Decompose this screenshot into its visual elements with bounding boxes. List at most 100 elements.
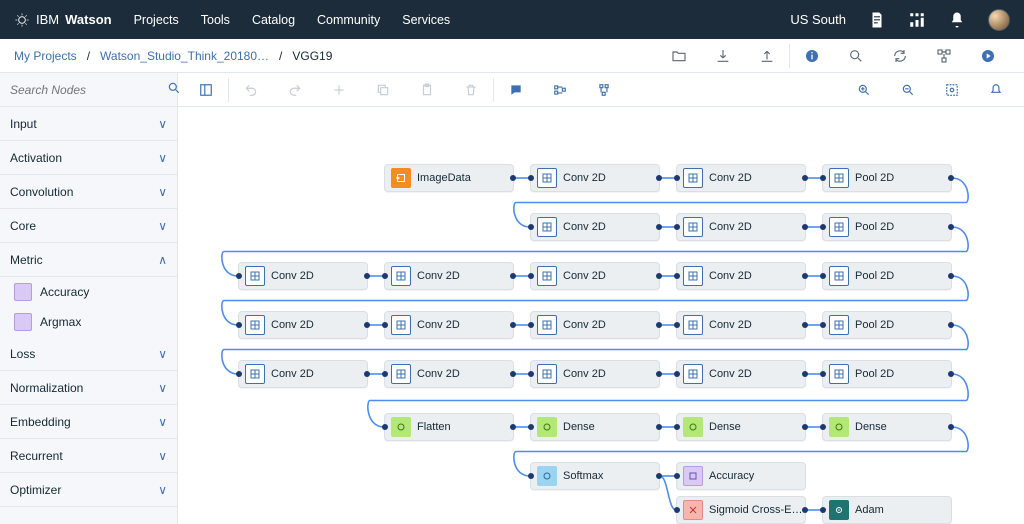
port-in[interactable]: [528, 224, 534, 230]
port-out[interactable]: [948, 175, 954, 181]
palette-cat-optimizer[interactable]: Optimizer∨: [0, 473, 177, 507]
port-in[interactable]: [382, 371, 388, 377]
node-c12[interactable]: Conv 2D: [676, 311, 806, 339]
node-c9[interactable]: Conv 2D: [238, 311, 368, 339]
folder-icon[interactable]: [657, 39, 701, 73]
nav-item-projects[interactable]: Projects: [134, 13, 179, 27]
port-out[interactable]: [510, 273, 516, 279]
port-out[interactable]: [656, 224, 662, 230]
palette-cat-core[interactable]: Core∨: [0, 209, 177, 243]
port-out[interactable]: [656, 371, 662, 377]
data-icon[interactable]: [908, 11, 926, 29]
node-d2[interactable]: Dense: [676, 413, 806, 441]
port-out[interactable]: [656, 322, 662, 328]
port-in[interactable]: [674, 507, 680, 513]
port-out[interactable]: [802, 224, 808, 230]
node-d1[interactable]: Dense: [530, 413, 660, 441]
crumb-project[interactable]: Watson_Studio_Think_20180…: [100, 49, 269, 63]
port-out[interactable]: [656, 473, 662, 479]
fit-icon[interactable]: [930, 73, 974, 107]
port-in[interactable]: [236, 273, 242, 279]
port-in[interactable]: [674, 273, 680, 279]
port-out[interactable]: [510, 424, 516, 430]
node-c10[interactable]: Conv 2D: [384, 311, 514, 339]
port-out[interactable]: [510, 175, 516, 181]
download-icon[interactable]: [701, 39, 745, 73]
port-out[interactable]: [948, 424, 954, 430]
port-in[interactable]: [674, 424, 680, 430]
port-in[interactable]: [528, 175, 534, 181]
port-out[interactable]: [510, 371, 516, 377]
port-in[interactable]: [820, 224, 826, 230]
port-in[interactable]: [820, 507, 826, 513]
port-in[interactable]: [382, 424, 388, 430]
palette-cat-metric[interactable]: Metric∧: [0, 243, 177, 277]
palette-cat-recurrent[interactable]: Recurrent∨: [0, 439, 177, 473]
info-icon[interactable]: [790, 39, 834, 73]
comment-icon[interactable]: [494, 73, 538, 107]
port-in[interactable]: [820, 273, 826, 279]
palette-cat-embedding[interactable]: Embedding∨: [0, 405, 177, 439]
port-out[interactable]: [364, 273, 370, 279]
port-in[interactable]: [820, 424, 826, 430]
nav-item-catalog[interactable]: Catalog: [252, 13, 295, 27]
node-c14[interactable]: Conv 2D: [384, 360, 514, 388]
node-c15[interactable]: Conv 2D: [530, 360, 660, 388]
crumb-root[interactable]: My Projects: [14, 49, 77, 63]
palette-cat-activation[interactable]: Activation∨: [0, 141, 177, 175]
node-c4[interactable]: Conv 2D: [676, 213, 806, 241]
port-in[interactable]: [820, 322, 826, 328]
node-sm[interactable]: Softmax: [530, 462, 660, 490]
arrange-vert-icon[interactable]: [582, 73, 626, 107]
node-c8[interactable]: Conv 2D: [676, 262, 806, 290]
undo-icon[interactable]: [229, 73, 273, 107]
port-out[interactable]: [802, 322, 808, 328]
node-c6[interactable]: Conv 2D: [384, 262, 514, 290]
port-in[interactable]: [528, 273, 534, 279]
port-out[interactable]: [656, 175, 662, 181]
port-out[interactable]: [802, 371, 808, 377]
copy-icon[interactable]: [361, 73, 405, 107]
flow-icon[interactable]: [922, 39, 966, 73]
arrange-horiz-icon[interactable]: [538, 73, 582, 107]
notifications-icon[interactable]: [974, 73, 1018, 107]
upload-icon[interactable]: [745, 39, 789, 73]
port-out[interactable]: [656, 424, 662, 430]
port-out[interactable]: [948, 273, 954, 279]
node-c13[interactable]: Conv 2D: [238, 360, 368, 388]
panel-toggle-icon[interactable]: [184, 73, 228, 107]
nav-item-community[interactable]: Community: [317, 13, 380, 27]
palette-cat-normalization[interactable]: Normalization∨: [0, 371, 177, 405]
node-c2[interactable]: Conv 2D: [676, 164, 806, 192]
node-d3[interactable]: Dense: [822, 413, 952, 441]
delete-icon[interactable]: [449, 73, 493, 107]
port-in[interactable]: [528, 424, 534, 430]
port-out[interactable]: [364, 322, 370, 328]
node-flt[interactable]: Flatten: [384, 413, 514, 441]
node-img[interactable]: ImageData: [384, 164, 514, 192]
port-in[interactable]: [674, 371, 680, 377]
palette-cat-convolution[interactable]: Convolution∨: [0, 175, 177, 209]
zoom-in-icon[interactable]: [842, 73, 886, 107]
node-c7[interactable]: Conv 2D: [530, 262, 660, 290]
port-out[interactable]: [802, 273, 808, 279]
palette-cat-input[interactable]: Input∨: [0, 107, 177, 141]
bell-icon[interactable]: [948, 11, 966, 29]
port-out[interactable]: [802, 424, 808, 430]
add-icon[interactable]: [317, 73, 361, 107]
port-out[interactable]: [364, 371, 370, 377]
port-in[interactable]: [528, 473, 534, 479]
port-in[interactable]: [528, 322, 534, 328]
port-in[interactable]: [820, 175, 826, 181]
node-c5[interactable]: Conv 2D: [238, 262, 368, 290]
port-in[interactable]: [674, 473, 680, 479]
port-in[interactable]: [674, 175, 680, 181]
node-p2[interactable]: Pool 2D: [822, 213, 952, 241]
port-out[interactable]: [948, 224, 954, 230]
region-selector[interactable]: US South: [790, 12, 846, 27]
node-c3[interactable]: Conv 2D: [530, 213, 660, 241]
port-in[interactable]: [382, 322, 388, 328]
zoom-out-icon[interactable]: [886, 73, 930, 107]
port-out[interactable]: [948, 371, 954, 377]
node-acc[interactable]: Accuracy: [676, 462, 806, 490]
